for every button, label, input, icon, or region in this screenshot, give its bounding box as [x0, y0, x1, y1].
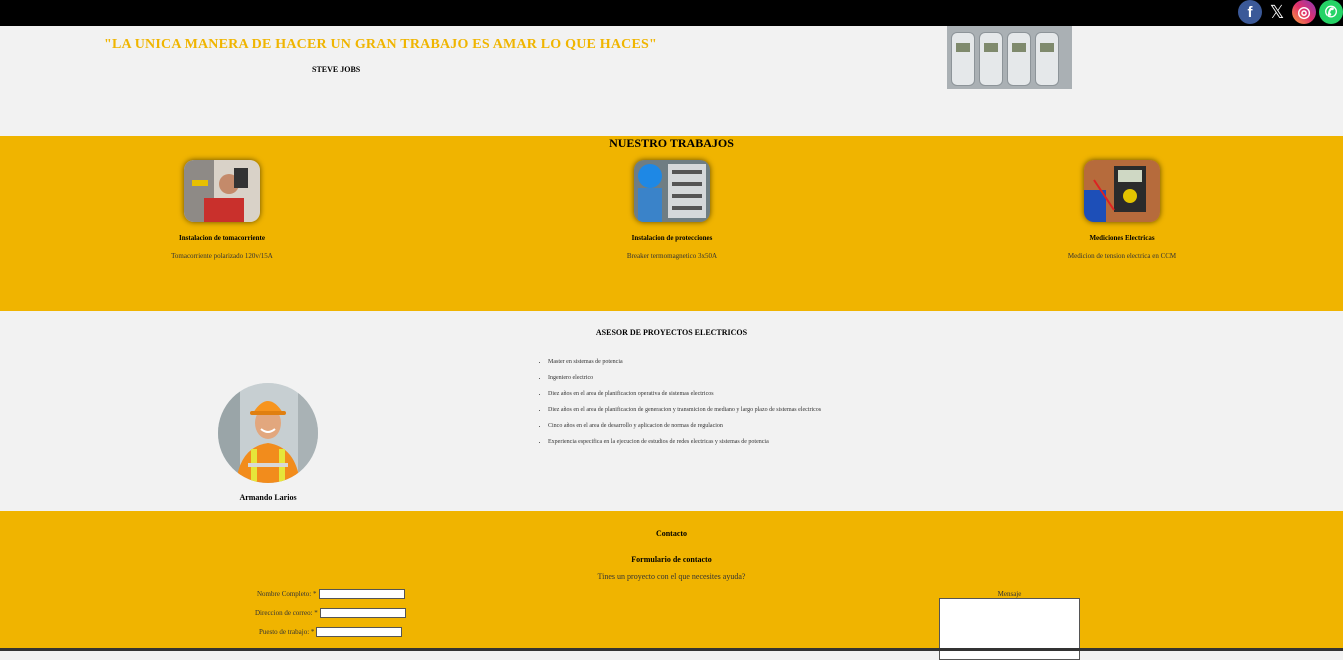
work-description: Breaker termomagnetico 3x50A	[626, 252, 718, 260]
work-title: Mediciones Electricas	[1089, 234, 1155, 242]
facebook-icon[interactable]: f	[1238, 0, 1262, 24]
job-row: Puesto de trabajo: *	[259, 627, 403, 637]
list-item: Ingeniero electrico	[548, 375, 821, 391]
list-item: Experiencia especifica en la ejecucion d…	[548, 439, 821, 455]
email-row: Direccion de correo: *	[255, 608, 406, 618]
work-card: Instalacion de protecciones Breaker term…	[572, 160, 772, 260]
work-description: Medicion de tension electrica en CCM	[1067, 252, 1177, 260]
contact-form-title: Formulario de contacto	[631, 555, 712, 564]
job-field[interactable]	[316, 627, 403, 637]
list-item: Diez años en el area de planificacion de…	[548, 407, 821, 423]
whatsapp-icon[interactable]: ✆	[1319, 0, 1343, 24]
hero-quote: "LA UNICA MANERA DE HACER UN GRAN TRABAJ…	[104, 37, 657, 52]
name-label: Nombre Completo: *	[257, 590, 317, 598]
contact-question: Tines un proyecto con el que necesites a…	[597, 572, 746, 581]
advisor-section: ASESOR DE PROYECTOS ELECTRICOS Armando L…	[0, 311, 1343, 511]
email-field[interactable]	[319, 608, 406, 618]
x-icon[interactable]: 𝕏	[1265, 0, 1289, 24]
quote-author: STEVE JOBS	[312, 65, 361, 74]
work-description: Tomacorriente polarizado 120v/15A	[171, 252, 273, 260]
email-label: Direccion de correo: *	[255, 609, 318, 617]
work-title: Instalacion de protecciones	[631, 234, 713, 242]
works-title: NUESTRO TRABAJOS	[609, 136, 734, 150]
message-label: Mensaje	[997, 590, 1022, 598]
works-section: NUESTRO TRABAJOS Instalacion de tomacorr…	[0, 136, 1343, 311]
name-field[interactable]	[318, 589, 405, 599]
instagram-icon[interactable]: ◎	[1292, 0, 1316, 24]
list-item: Master en sistemas de potencia	[548, 359, 821, 375]
job-label: Puesto de trabajo: *	[259, 628, 315, 636]
advisor-name: Armando Larios	[239, 493, 297, 502]
qualifications-list: Master en sistemas de potencia Ingeniero…	[538, 359, 821, 455]
work-card: Instalacion de tomacorriente Tomacorrien…	[122, 160, 322, 260]
contact-title: Contacto	[655, 529, 688, 538]
outlet-installation-image	[184, 160, 260, 222]
electrical-measurement-image	[1084, 160, 1160, 222]
list-item: Cinco años en el area de desarrollo y ap…	[548, 423, 821, 439]
work-card: Mediciones Electricas Medicion de tensio…	[1022, 160, 1222, 260]
social-links: f 𝕏 ◎ ✆	[1235, 0, 1343, 24]
advisor-avatar	[218, 383, 318, 483]
work-title: Instalacion de tomacorriente	[179, 234, 265, 242]
protection-installation-image	[634, 160, 710, 222]
top-bar: f 𝕏 ◎ ✆	[0, 0, 1343, 26]
contact-section: Contacto Formulario de contacto Tines un…	[0, 511, 1343, 660]
list-item: Diez años en el area de planificacion op…	[548, 391, 821, 407]
hero-section: "LA UNICA MANERA DE HACER UN GRAN TRABAJ…	[0, 26, 1343, 126]
advisor-title: ASESOR DE PROYECTOS ELECTRICOS	[595, 328, 748, 337]
name-row: Nombre Completo: *	[257, 589, 405, 599]
electric-meters-image	[947, 26, 1072, 89]
